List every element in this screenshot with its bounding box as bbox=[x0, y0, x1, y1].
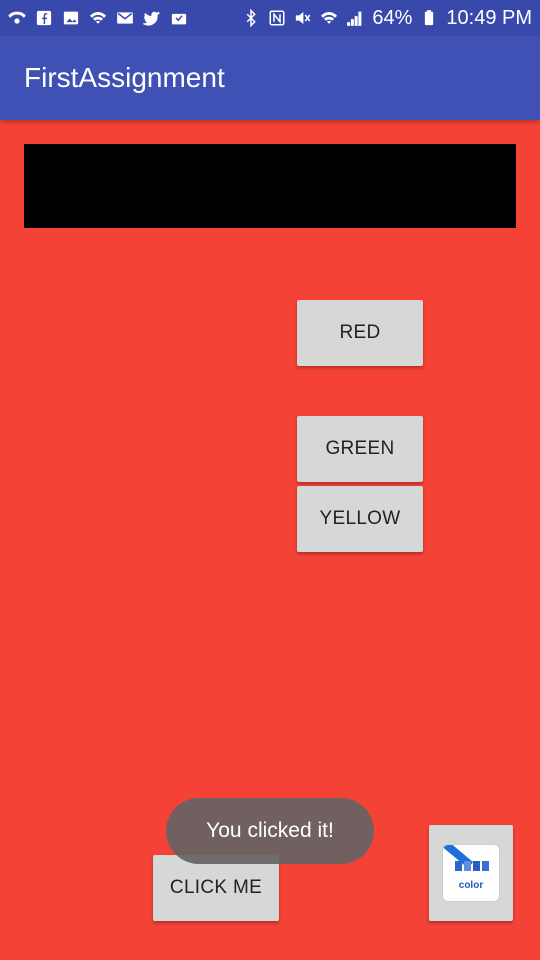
battery-percent: 64% bbox=[372, 7, 413, 29]
app-bar: FirstAssignment bbox=[0, 36, 540, 120]
green-button[interactable]: GREEN bbox=[297, 416, 423, 482]
nfc-icon bbox=[268, 9, 286, 27]
mute-icon bbox=[294, 9, 312, 27]
battery-icon bbox=[420, 9, 438, 27]
status-left-icons bbox=[8, 9, 188, 27]
color-icon-label: color bbox=[458, 880, 484, 891]
status-time: 10:49 PM bbox=[446, 7, 532, 29]
download-box-icon bbox=[170, 9, 188, 27]
wifi-signal-icon bbox=[320, 9, 338, 27]
yellow-button[interactable]: YELLOW bbox=[297, 486, 423, 552]
twitter-icon bbox=[143, 9, 161, 27]
status-right-icons: 64% 10:49 PM bbox=[242, 8, 532, 28]
red-button[interactable]: RED bbox=[297, 300, 423, 366]
mail-icon bbox=[116, 9, 134, 27]
wifi-icon bbox=[89, 9, 107, 27]
app-title: FirstAssignment bbox=[24, 62, 225, 93]
color-image-button[interactable]: color bbox=[429, 825, 513, 921]
click-me-button[interactable]: CLICK ME bbox=[153, 855, 279, 921]
color-display-box bbox=[24, 144, 516, 228]
color-icon-grid bbox=[455, 861, 489, 871]
cell-signal-icon bbox=[346, 9, 364, 27]
wifi-calling-icon bbox=[8, 9, 26, 27]
image-icon bbox=[62, 9, 80, 27]
toast-message: You clicked it! bbox=[166, 798, 374, 864]
color-app-icon: color bbox=[442, 844, 500, 902]
status-bar: 64% 10:49 PM bbox=[0, 0, 540, 36]
bluetooth-icon bbox=[242, 9, 260, 27]
facebook-icon bbox=[35, 9, 53, 27]
